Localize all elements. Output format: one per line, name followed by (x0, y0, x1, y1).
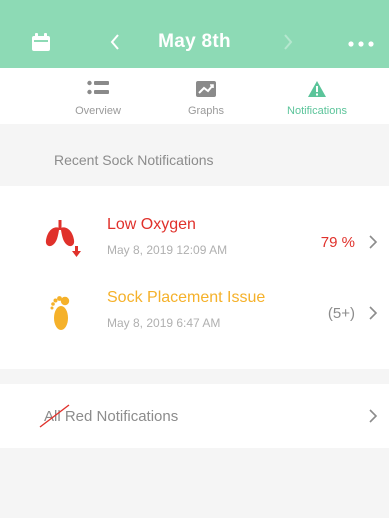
all-red-notifications-row[interactable]: All Red Notifications (0, 384, 389, 448)
chart-icon (196, 81, 216, 97)
chevron-right-icon (369, 235, 378, 249)
notification-value: 79 % (320, 234, 355, 251)
warning-icon (308, 81, 326, 97)
notifications-list: Low Oxygen May 8, 2019 12:09 AM 79 % Soc… (0, 186, 389, 369)
notification-timestamp: May 8, 2019 12:09 AM (107, 243, 228, 257)
chevron-right-icon (369, 306, 378, 320)
foot-icon (50, 296, 70, 330)
tab-notifications[interactable]: Notifications (252, 68, 382, 124)
next-day-icon[interactable] (281, 31, 295, 53)
notification-value: (5+) (327, 305, 355, 322)
notification-title: Low Oxygen (107, 216, 196, 233)
red-strike-mark (39, 404, 70, 428)
date-title: May 8th (158, 31, 231, 52)
notification-title: Sock Placement Issue (107, 289, 266, 306)
lungs-icon (45, 220, 81, 257)
notification-timestamp: May 8, 2019 6:47 AM (107, 316, 221, 330)
notification-sock-placement[interactable]: Sock Placement Issue May 8, 2019 6:47 AM… (0, 280, 389, 352)
section-title: Recent Sock Notifications (54, 152, 214, 168)
more-options-icon[interactable] (348, 41, 374, 47)
tab-bar: Overview Graphs Notifications (0, 68, 389, 124)
tab-notifications-label: Notifications (287, 105, 347, 117)
list-icon (87, 80, 109, 95)
notification-low-oxygen[interactable]: Low Oxygen May 8, 2019 12:09 AM 79 % (0, 208, 389, 280)
app-header: May 8th (0, 0, 389, 68)
chevron-right-icon (369, 409, 378, 423)
